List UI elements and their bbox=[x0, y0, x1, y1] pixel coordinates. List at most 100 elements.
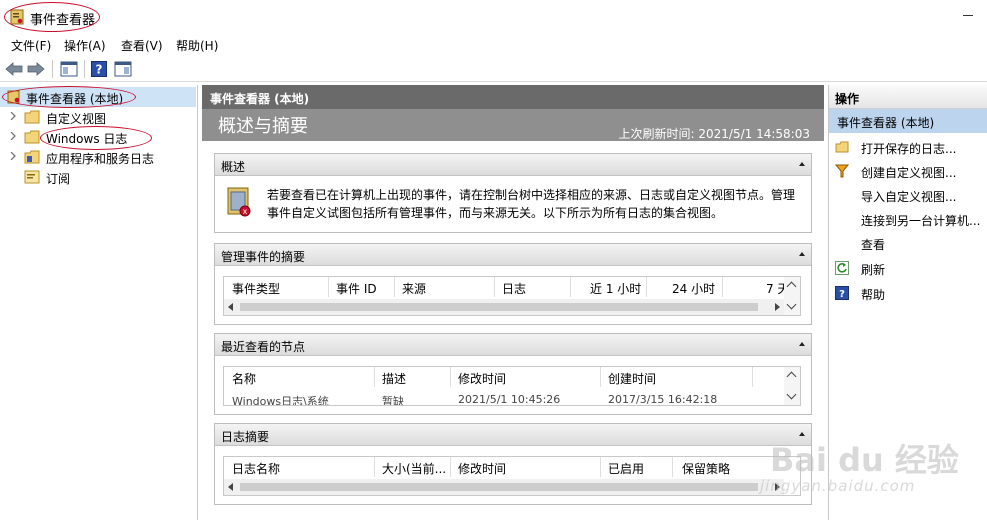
tree-item-custom-views[interactable]: 自定义视图 bbox=[0, 107, 196, 127]
scroll-right-icon[interactable] bbox=[775, 303, 780, 311]
column-header[interactable]: 修改时间 bbox=[458, 370, 506, 387]
section-header[interactable]: 管理事件的摘要 bbox=[215, 244, 811, 266]
title-bar: 事件查看器 bbox=[0, 0, 987, 34]
section-header[interactable]: 日志摘要 bbox=[215, 424, 811, 446]
baidu-watermark: Bai du 经验 jingyan.baidu.com bbox=[760, 415, 980, 505]
log-summary-section: 日志摘要 日志名称 大小(当前... 修改时间 已启用 保留策略 bbox=[214, 423, 812, 505]
section-header[interactable]: 最近查看的节点 bbox=[215, 334, 811, 356]
back-button[interactable] bbox=[3, 58, 25, 80]
help-icon: ? bbox=[91, 61, 107, 77]
horizontal-scrollbar[interactable] bbox=[224, 479, 784, 495]
help-toolbar-button[interactable]: ? bbox=[88, 58, 110, 80]
section-header[interactable]: 概述 bbox=[215, 154, 811, 176]
table-row-cell[interactable]: Windows日志\系统 bbox=[232, 393, 329, 405]
column-separator bbox=[450, 457, 451, 477]
table-row-cell[interactable]: 2017/3/15 16:42:18 bbox=[608, 393, 717, 405]
column-header[interactable]: 创建时间 bbox=[608, 370, 656, 387]
show-hide-action-pane-button[interactable] bbox=[112, 58, 134, 80]
table-row-cell[interactable]: 2021/5/1 10:45:26 bbox=[458, 393, 560, 405]
show-hide-console-tree-button[interactable] bbox=[58, 58, 80, 80]
action-label: 创建自定义视图... bbox=[861, 166, 957, 180]
scroll-down-icon[interactable] bbox=[786, 389, 797, 400]
console-tree-icon bbox=[60, 61, 78, 77]
actions-subheader[interactable]: 事件查看器 (本地) bbox=[829, 109, 987, 133]
scroll-down-icon[interactable] bbox=[786, 299, 797, 310]
toolbar-separator bbox=[84, 60, 85, 78]
column-separator bbox=[374, 457, 375, 477]
watermark-url: jingyan.baidu.com bbox=[760, 477, 916, 495]
horizontal-scrollbar[interactable] bbox=[224, 299, 784, 315]
scroll-up-icon[interactable] bbox=[786, 281, 797, 292]
action-import-custom-view[interactable]: 导入自定义视图... bbox=[829, 183, 987, 207]
minimize-button[interactable] bbox=[958, 4, 980, 26]
collapse-caret-icon[interactable] bbox=[799, 162, 805, 166]
column-header[interactable]: 已启用 bbox=[608, 460, 644, 477]
action-open-saved-log[interactable]: 打开保存的日志... bbox=[829, 135, 987, 159]
admin-events-grid: 事件类型 事件 ID 来源 日志 近 1 小时 24 小时 7 天 bbox=[223, 276, 801, 316]
collapse-caret-icon[interactable] bbox=[799, 342, 805, 346]
watermark-brand: Bai du 经验 bbox=[770, 441, 959, 479]
action-label: 导入自定义视图... bbox=[861, 190, 957, 204]
action-help[interactable]: ? 帮助 bbox=[829, 281, 987, 305]
tree-label: 订阅 bbox=[46, 172, 71, 186]
menu-file[interactable]: 文件(F) bbox=[11, 37, 51, 54]
admin-events-summary-section: 管理事件的摘要 事件类型 事件 ID 来源 日志 近 1 小时 24 小时 7 … bbox=[214, 243, 812, 325]
menu-view[interactable]: 查看(V) bbox=[121, 37, 163, 54]
vertical-scrollbar[interactable] bbox=[784, 277, 800, 315]
scroll-left-icon[interactable] bbox=[228, 303, 233, 311]
center-pane: 事件查看器 (本地) 概述与摘要 上次刷新时间: 2021/5/1 14:58:… bbox=[202, 85, 824, 520]
collapse-caret-icon[interactable] bbox=[799, 252, 805, 256]
column-header[interactable]: 描述 bbox=[382, 370, 406, 387]
recent-nodes-grid: 名称 描述 修改时间 创建时间 Windows日志\系统 暂缺 2021/5/1… bbox=[223, 366, 801, 406]
tree-label: 自定义视图 bbox=[46, 112, 107, 126]
menu-action[interactable]: 操作(A) bbox=[64, 37, 106, 54]
column-separator bbox=[646, 277, 647, 297]
recent-nodes-section: 最近查看的节点 名称 描述 修改时间 创建时间 Windows日志\系统 暂缺 … bbox=[214, 333, 812, 415]
expand-chevron-icon[interactable] bbox=[9, 112, 17, 120]
column-separator bbox=[752, 367, 753, 387]
tree-item-app-service-logs[interactable]: 应用程序和服务日志 bbox=[0, 147, 196, 167]
column-separator bbox=[570, 277, 571, 297]
section-title: 最近查看的节点 bbox=[221, 340, 306, 354]
overview-description: 若要查看已在计算机上出现的事件，请在控制台树中选择相应的来源、日志或自定义视图节… bbox=[267, 188, 796, 220]
column-header[interactable]: 保留策略 bbox=[682, 460, 730, 477]
column-separator bbox=[394, 277, 395, 297]
scroll-thumb[interactable] bbox=[240, 303, 758, 311]
section-title: 日志摘要 bbox=[221, 430, 270, 444]
forward-button[interactable] bbox=[25, 58, 47, 80]
vertical-scrollbar[interactable] bbox=[784, 367, 800, 405]
help-icon: ? bbox=[835, 286, 849, 300]
toolbar-separator bbox=[52, 60, 53, 78]
center-header: 事件查看器 (本地) bbox=[202, 85, 824, 109]
column-header[interactable]: 大小(当前... bbox=[382, 460, 446, 477]
column-header[interactable]: 事件 ID bbox=[336, 280, 377, 297]
section-title: 管理事件的摘要 bbox=[221, 250, 306, 264]
last-refresh-time: 上次刷新时间: 2021/5/1 14:58:03 bbox=[618, 127, 810, 141]
action-view[interactable]: 查看 bbox=[829, 231, 987, 255]
column-header[interactable]: 修改时间 bbox=[458, 460, 506, 477]
column-header[interactable]: 近 1 小时 bbox=[590, 280, 641, 297]
scroll-left-icon[interactable] bbox=[228, 483, 233, 491]
action-create-custom-view[interactable]: 创建自定义视图... bbox=[829, 159, 987, 183]
expand-chevron-icon[interactable] bbox=[9, 152, 17, 160]
column-separator bbox=[328, 277, 329, 297]
column-header[interactable]: 来源 bbox=[402, 280, 426, 297]
table-row-cell[interactable]: 暂缺 bbox=[382, 393, 404, 405]
column-header[interactable]: 日志名称 bbox=[232, 460, 280, 477]
svg-text:?: ? bbox=[839, 289, 845, 300]
column-header[interactable]: 事件类型 bbox=[232, 280, 280, 297]
action-connect-computer[interactable]: 连接到另一台计算机... bbox=[829, 207, 987, 231]
scroll-up-icon[interactable] bbox=[786, 371, 797, 382]
action-refresh[interactable]: 刷新 bbox=[829, 256, 987, 280]
column-header[interactable]: 日志 bbox=[502, 280, 526, 297]
column-header[interactable]: 24 小时 bbox=[672, 280, 715, 297]
menu-help[interactable]: 帮助(H) bbox=[176, 37, 218, 54]
back-arrow-icon bbox=[5, 62, 23, 76]
log-summary-grid: 日志名称 大小(当前... 修改时间 已启用 保留策略 bbox=[223, 456, 801, 496]
tree-item-subscriptions[interactable]: 订阅 bbox=[0, 167, 196, 187]
expand-chevron-icon[interactable] bbox=[9, 132, 17, 140]
overview-banner: 概述与摘要 上次刷新时间: 2021/5/1 14:58:03 bbox=[202, 109, 824, 141]
scroll-thumb[interactable] bbox=[240, 483, 758, 491]
column-header[interactable]: 名称 bbox=[232, 370, 256, 387]
annotation-circle-root bbox=[2, 86, 136, 108]
